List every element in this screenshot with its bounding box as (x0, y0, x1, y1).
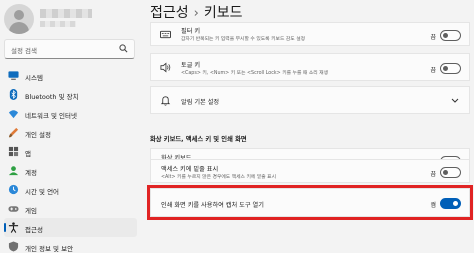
setting-card-underline-access-keys[interactable]: 액세스 키에 밑줄 표시 <Alt> 키를 누르지 않은 경우에도 액세스 키에… (150, 159, 470, 183)
page-title: 키보드 (203, 5, 243, 21)
highlight-box (147, 185, 473, 220)
breadcrumb: 접근성 › 키보드 (150, 2, 242, 22)
sidebar-item-label: 접근성 (25, 226, 43, 234)
sidebar-item-personalization[interactable]: 개인 설정 (4, 123, 137, 142)
section-heading: 화상 키보드, 액세스 키 및 인쇄 화면 (150, 136, 247, 143)
filter-keys-toggle[interactable] (440, 30, 461, 41)
sidebar-item-gaming[interactable]: 게임 (4, 199, 137, 218)
sidebar-item-time-language[interactable]: 시간 및 언어 (4, 180, 137, 199)
sidebar-item-label: 계정 (25, 169, 37, 177)
setting-card-filter-keys[interactable]: 필터 키 갑자기 반복되는 키 입력을 무시할 수 있도록 키보드 감도 설정 … (150, 22, 470, 46)
user-avatar[interactable] (4, 4, 34, 34)
sidebar-item-bluetooth[interactable]: Bluetooth 및 장치 (4, 85, 137, 104)
setting-description: <Caps> 키, <Num> 키 또는 <Scroll Lock> 키를 누를… (181, 71, 329, 76)
toggle-state-label: 끔 (430, 34, 436, 41)
sidebar-item-label: 시스템 (25, 74, 43, 82)
keyboard-filter-icon (160, 30, 171, 39)
breadcrumb-separator: › (193, 6, 199, 21)
bell-icon (160, 96, 171, 106)
user-email-blurred (40, 21, 76, 27)
search-input[interactable]: 설정 검색 (4, 39, 135, 59)
speaker-icon (160, 62, 171, 73)
game-controller-icon (8, 206, 19, 212)
toggle-state-label: 끔 (430, 67, 436, 74)
sidebar-item-label: Bluetooth 및 장치 (25, 93, 79, 101)
sidebar-item-privacy[interactable]: 개인 정보 및 보안 (4, 237, 137, 253)
sidebar-item-network[interactable]: 네트워크 및 인터넷 (4, 104, 137, 123)
setting-card-toggle-keys[interactable]: 토글 키 <Caps> 키, <Num> 키 또는 <Scroll Lock> … (150, 53, 470, 81)
setting-title: 토글 키 (181, 62, 201, 69)
accessibility-icon (8, 222, 19, 233)
sidebar-item-label: 개인 설정 (25, 131, 51, 139)
search-icon[interactable] (119, 44, 128, 53)
sidebar-item-label: 게임 (25, 207, 37, 215)
monitor-icon (8, 71, 19, 80)
sidebar: 설정 검색 시스템 Bluetooth 및 장치 네트워크 및 인터넷 개인 설… (0, 0, 140, 253)
chevron-down-icon[interactable] (451, 96, 459, 105)
setting-card-notification-preferences[interactable]: 알림 기본 설정 (150, 86, 470, 114)
setting-title: 알림 기본 설정 (181, 99, 220, 106)
setting-title: 필터 키 (181, 28, 201, 35)
sidebar-item-label: 개인 정보 및 보안 (25, 245, 74, 253)
underline-access-keys-toggle[interactable] (440, 167, 461, 178)
apps-icon (8, 146, 19, 157)
sidebar-item-accounts[interactable]: 계정 (4, 161, 137, 180)
globe-clock-icon (8, 184, 19, 195)
bluetooth-icon (9, 89, 18, 100)
setting-description: 갑자기 반복되는 키 입력을 무시할 수 있도록 키보드 감도 설정 (181, 37, 306, 42)
sidebar-item-label: 앱 (25, 150, 31, 158)
wifi-icon (8, 110, 19, 119)
brush-icon (8, 127, 19, 138)
toggle-keys-toggle[interactable] (440, 63, 461, 74)
sidebar-item-system[interactable]: 시스템 (4, 66, 137, 85)
sidebar-item-accessibility[interactable]: 접근성 (4, 218, 137, 237)
breadcrumb-parent[interactable]: 접근성 (150, 5, 189, 21)
shield-icon (8, 241, 19, 252)
setting-title: 액세스 키에 밑줄 표시 (161, 166, 219, 173)
setting-description: <Alt> 키를 누르지 않은 경우에도 액세스 키에 밑줄 표시 (161, 175, 276, 180)
user-name-blurred (40, 9, 92, 18)
account-icon (8, 166, 19, 176)
sidebar-item-label: 네트워크 및 인터넷 (25, 112, 77, 120)
sidebar-item-label: 시간 및 언어 (25, 188, 60, 196)
sidebar-item-apps[interactable]: 앱 (4, 142, 137, 161)
toggle-state-label: 끔 (430, 171, 436, 178)
search-placeholder: 설정 검색 (11, 47, 37, 55)
